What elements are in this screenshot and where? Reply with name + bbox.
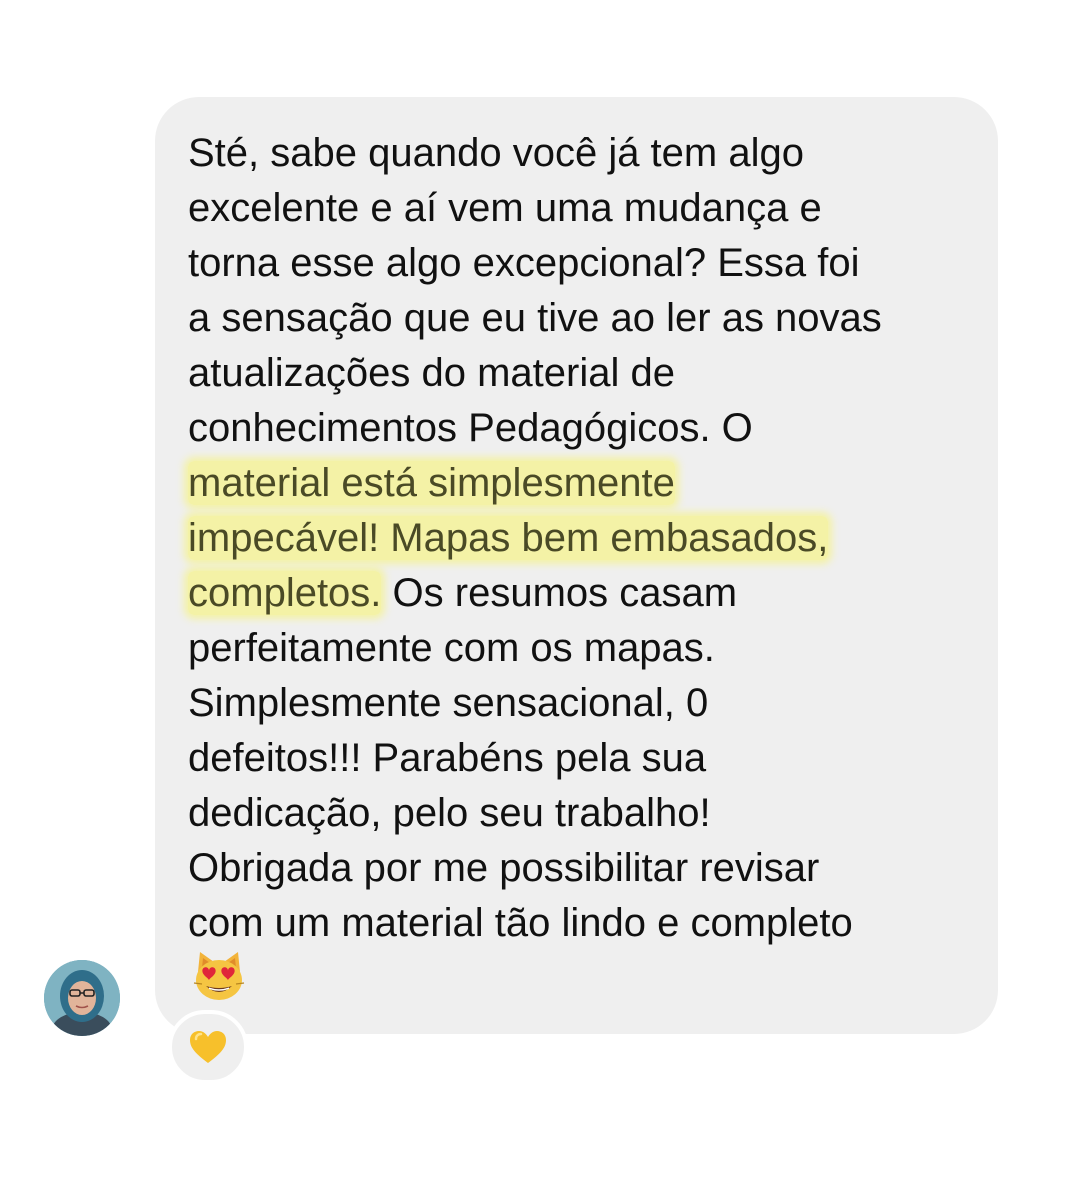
message-line: Simplesmente sensacional, 0: [188, 676, 978, 731]
message-line: Obrigada por me possibilitar revisar: [188, 841, 978, 896]
message-text-segment: Os resumos casam: [381, 571, 738, 615]
message-line: excelente e aí vem uma mudança e: [188, 181, 978, 236]
message-text-segment: perfeitamente com os mapas.: [188, 626, 715, 670]
profile-photo-icon: [44, 960, 120, 1036]
highlighted-text: completos.: [188, 571, 382, 615]
message-text-segment: defeitos!!! Parabéns pela sua: [188, 736, 707, 780]
avatar[interactable]: [44, 960, 120, 1036]
message-line: com um material tão lindo e completo: [188, 896, 978, 951]
message-line: a sensação que eu tive ao ler as novas: [188, 291, 978, 346]
reaction-badge[interactable]: [168, 1010, 248, 1084]
yellow-heart-icon: [190, 1031, 226, 1063]
message-line: atualizações do material de: [188, 346, 978, 401]
message-line: impecável! Mapas bem embasados,: [188, 511, 978, 566]
message-line: material está simplesmente: [188, 456, 978, 511]
message-line: Sté, sabe quando você já tem algo: [188, 126, 978, 181]
message-text-segment: Simplesmente sensacional, 0: [188, 681, 709, 725]
message-text-segment: dedicação, pelo seu trabalho!: [188, 791, 711, 835]
message-line: conhecimentos Pedagógicos. O: [188, 401, 978, 456]
message-text-segment: com um material tão lindo e completo: [188, 901, 853, 945]
message-text-segment: atualizações do material de: [188, 351, 675, 395]
message-line: defeitos!!! Parabéns pela sua: [188, 731, 978, 786]
highlighted-text: impecável! Mapas bem embasados,: [188, 516, 829, 560]
message-text-segment: a sensação que eu tive ao ler as novas: [188, 296, 882, 340]
highlighted-text: material está simplesmente: [188, 461, 675, 505]
message-text-segment: Sté, sabe quando você já tem algo: [188, 131, 804, 175]
heart-eyes-cat-icon: [192, 950, 246, 1004]
message-line: dedicação, pelo seu trabalho!: [188, 786, 978, 841]
message-text-segment: Obrigada por me possibilitar revisar: [188, 846, 820, 890]
message-line: completos. Os resumos casam: [188, 566, 978, 621]
message-line: perfeitamente com os mapas.: [188, 621, 978, 676]
message-text: Sté, sabe quando você já tem algo excelen…: [188, 126, 978, 951]
message-text-segment: conhecimentos Pedagógicos. O: [188, 406, 753, 450]
message-text-segment: torna esse algo excepcional? Essa foi: [188, 241, 860, 285]
message-line: torna esse algo excepcional? Essa foi: [188, 236, 978, 291]
message-text-segment: excelente e aí vem uma mudança e: [188, 186, 822, 230]
